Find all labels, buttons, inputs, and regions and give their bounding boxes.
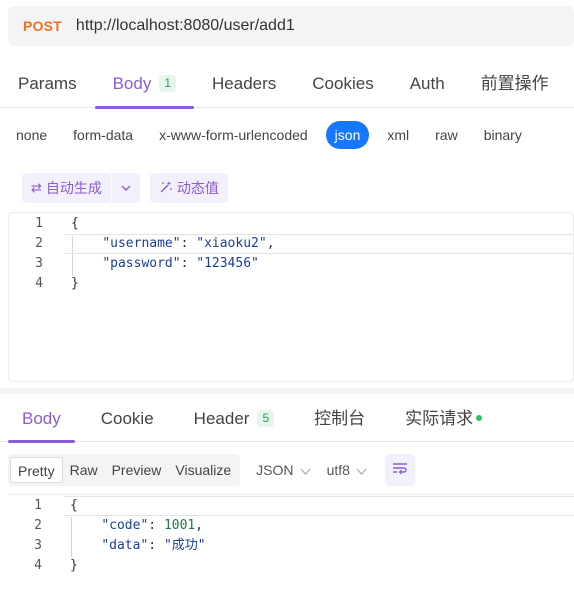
tab-label: Body [22,409,61,428]
response-tabs: Body Cookie Header 5 控制台 实际请求 [0,398,574,443]
magic-wand-icon [159,180,173,197]
line-number: 4 [34,558,42,573]
body-type-json[interactable]: json [325,121,370,149]
wrap-lines-icon [392,461,408,480]
tab-headers[interactable]: Headers [194,62,294,108]
code-text: { [70,498,78,513]
tab-body[interactable]: Body 1 [94,62,195,109]
json-key: "username" [102,236,181,251]
chevron-down-icon [297,466,311,478]
dynamic-value-button[interactable]: 动态值 [149,173,228,203]
code-line: 3 "password": "123456" [9,254,573,274]
view-preview[interactable]: Preview [105,457,169,483]
auto-generate-button[interactable]: ⇄ 自动生成 [22,173,140,203]
body-type-xml[interactable]: xml [379,121,417,149]
tab-label: Headers [212,74,277,93]
response-tab-header[interactable]: Header 5 [180,398,288,442]
code-line: 4} [8,556,574,576]
tab-cookies[interactable]: Cookies [294,62,391,108]
tab-label: Cookies [312,74,374,93]
view-raw[interactable]: Raw [63,457,105,483]
tab-pre-operations[interactable]: 前置操作 [463,62,567,108]
response-tab-body[interactable]: Body [8,398,75,443]
url-input[interactable]: http://localhost:8080/user/add1 [76,17,295,35]
tab-label: 实际请求 [405,409,474,428]
code-text: "data": "成功" [101,538,206,553]
status-dot [476,415,483,421]
body-type-raw[interactable]: raw [427,121,466,149]
json-value: "xiaoku2" [196,236,267,251]
code-text: } [70,558,78,573]
line-number: 3 [34,538,42,553]
json-value: "成功" [163,538,206,553]
body-type-selector: none form-data x-www-form-urlencoded jso… [0,120,540,150]
code-text: { [71,216,79,231]
view-pretty[interactable]: Pretty [10,457,63,483]
code-line: 4} [9,274,573,294]
dynamic-value-label: 动态值 [176,180,219,196]
body-toolbar: ⇄ 自动生成 动态值 [22,173,228,203]
body-type-urlencoded[interactable]: x-www-form-urlencoded [151,121,316,149]
code-line: 2 "code": 1001, [8,516,574,536]
code-line: 1{ [9,214,573,234]
code-line: 3 "data": "成功" [8,536,574,556]
response-tab-cookie[interactable]: Cookie [87,398,168,442]
json-key: "data" [101,538,149,553]
code-line-active: 2 "username": "xiaoku2", [9,234,573,254]
line-number: 4 [35,276,43,291]
body-type-form-data[interactable]: form-data [65,121,141,149]
tab-auth[interactable]: Auth [392,62,463,108]
tab-label: 前置操作 [480,74,549,93]
line-number: 1 [34,498,42,513]
auto-generate-label: 自动生成 [45,180,102,196]
tab-label: Params [18,74,77,93]
tab-label: Cookie [100,409,154,428]
url-bar[interactable]: POST http://localhost:8080/user/add1 [8,6,574,46]
line-number: 1 [35,216,43,231]
code-text: "code": 1001, [101,518,204,533]
view-visualize[interactable]: Visualize [168,457,238,483]
response-tab-actual-request[interactable]: 实际请求 [391,398,496,442]
chevron-down-icon [353,466,367,478]
refresh-icon: ⇄ [31,180,42,195]
tab-label: Auth [409,74,445,93]
code-text: "password": "123456" [102,256,259,271]
body-type-binary[interactable]: binary [476,121,530,149]
tab-label: 控制台 [314,409,366,428]
request-tabs: Params Body 1 Headers Cookies Auth 前置操作 [0,62,574,109]
panel-divider[interactable] [0,388,574,394]
format-select-value: JSON [256,462,294,478]
request-body-editor[interactable]: 1{ 2 "username": "xiaoku2", 3 "password"… [8,212,574,382]
encoding-select-value: utf8 [326,462,350,478]
response-body-viewer[interactable]: 1{ 2 "code": 1001, 3 "data": "成功" 4} [8,494,574,590]
tab-params[interactable]: Params [0,62,95,108]
line-number: 3 [35,256,43,271]
count-badge: 1 [159,75,177,92]
tab-label: Header [193,409,250,428]
body-type-none[interactable]: none [8,121,55,149]
json-key: "password" [102,256,181,271]
json-key: "code" [101,518,149,533]
json-value: "123456" [196,256,259,271]
format-select[interactable]: JSON [256,462,311,478]
encoding-select[interactable]: utf8 [327,462,367,478]
wrap-lines-button[interactable] [385,454,415,486]
view-mode-group: Pretty Raw Preview Visualize [8,454,241,486]
response-view-bar: Pretty Raw Preview Visualize JSON utf8 [8,454,574,486]
http-method[interactable]: POST [23,18,62,34]
count-badge: 5 [257,410,275,427]
line-number: 2 [34,518,42,533]
active-line-highlight [64,496,574,516]
code-text: "username": "xiaoku2", [102,236,275,251]
json-value: 1001 [163,518,196,533]
code-line-active: 1{ [8,496,574,516]
response-tab-console[interactable]: 控制台 [300,398,379,442]
code-text: } [71,276,79,291]
line-number: 2 [35,236,43,251]
tab-label: Body [112,74,152,93]
chevron-down-icon[interactable] [112,182,140,194]
